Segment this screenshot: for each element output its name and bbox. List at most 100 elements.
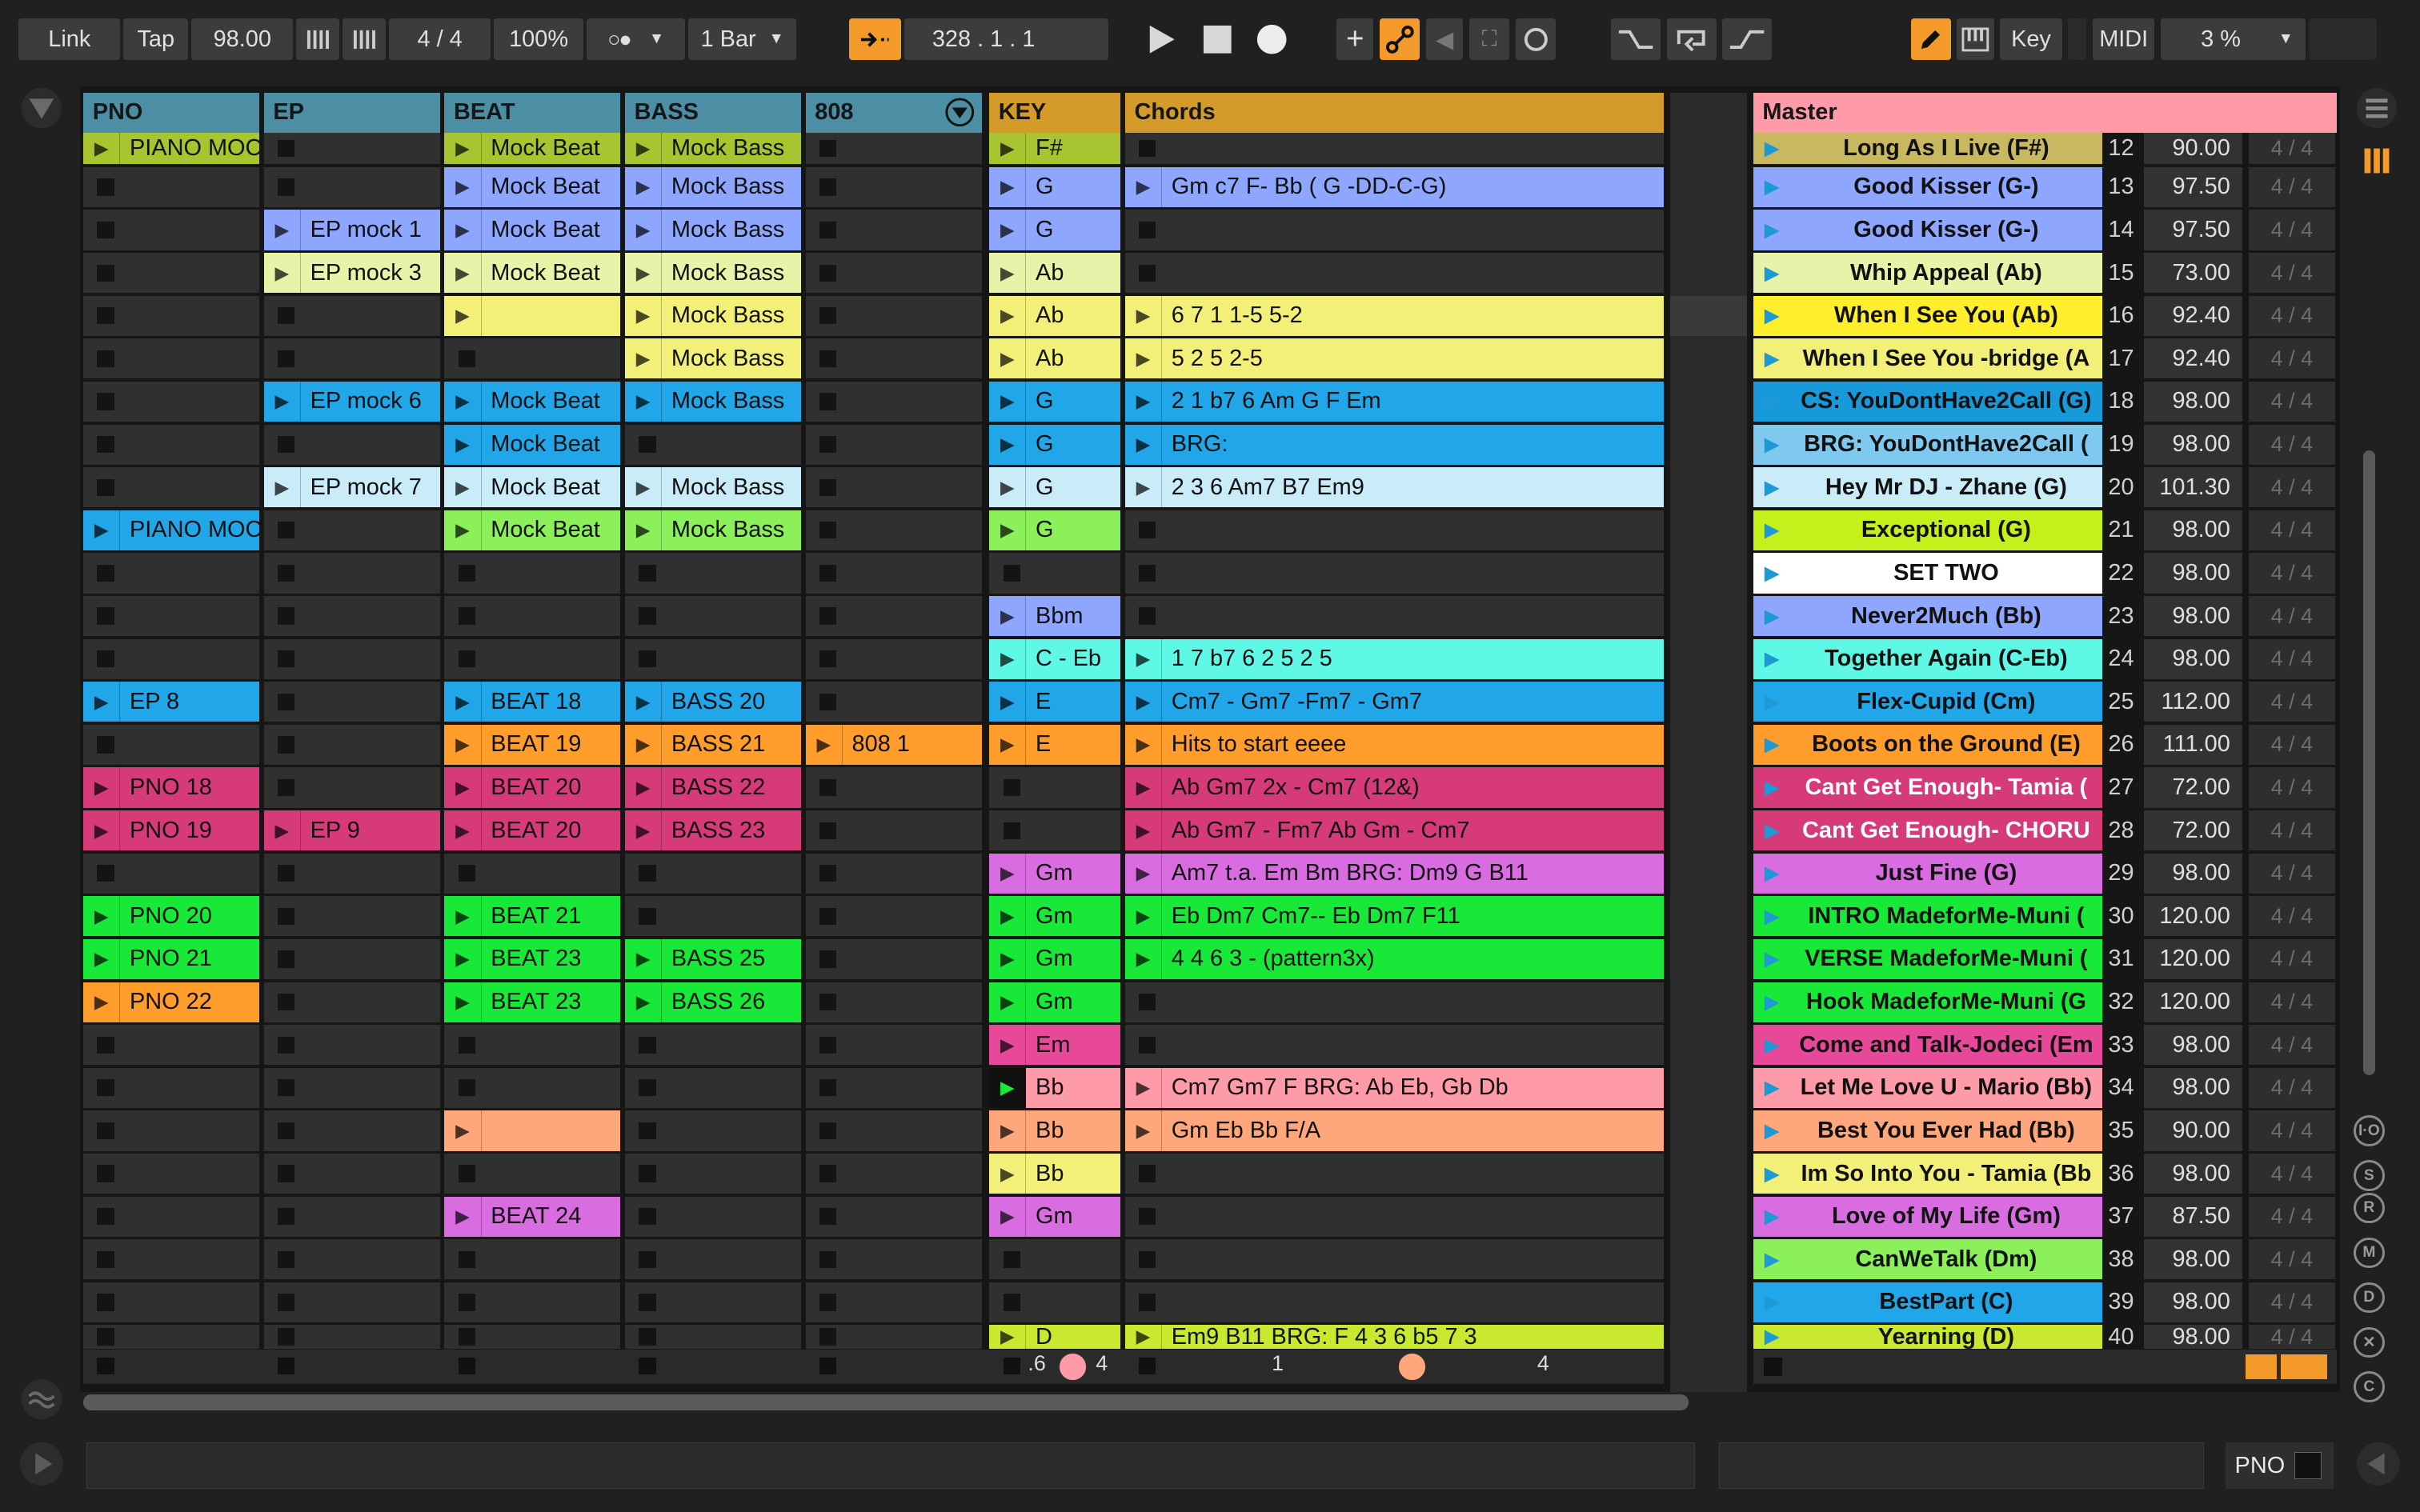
clip-slot[interactable]: ▶ Eb Dm7 Cm7-- Eb Dm7 F11 — [1124, 896, 1664, 937]
clip-stop-icon[interactable] — [819, 1208, 837, 1226]
empty-clip-slot[interactable] — [263, 1110, 440, 1151]
empty-clip-slot[interactable] — [805, 132, 982, 165]
empty-clip-slot[interactable] — [263, 510, 440, 550]
clip-play-icon[interactable]: ▶ — [444, 767, 482, 808]
clip-slot[interactable]: ▶ PNO 20 — [83, 896, 259, 937]
empty-clip-slot[interactable] — [805, 1282, 982, 1322]
track-header-808[interactable]: 808 — [805, 92, 982, 133]
clip-slot[interactable]: ▶ EP mock 7 — [263, 467, 440, 508]
empty-clip-slot[interactable] — [444, 638, 621, 679]
clip-stop-icon[interactable] — [278, 350, 295, 367]
clip-stop-icon[interactable] — [97, 478, 114, 496]
empty-clip-slot[interactable] — [263, 553, 440, 594]
clip-stop-icon[interactable] — [458, 865, 475, 882]
clip-slot[interactable]: ▶ Mock Beat — [444, 381, 621, 422]
clip-play-icon[interactable]: ▶ — [989, 1196, 1027, 1237]
browser-toggle-button[interactable] — [18, 86, 65, 130]
empty-clip-slot[interactable] — [444, 1153, 621, 1194]
clip-slot[interactable]: ▶ Cm7 Gm7 F BRG: Ab Eb, Gb Db — [1124, 1067, 1664, 1108]
clip-stop-icon[interactable] — [1139, 140, 1156, 158]
clip-stop-icon[interactable] — [639, 650, 656, 668]
clip-stop-icon[interactable] — [1139, 1294, 1156, 1311]
empty-clip-slot[interactable] — [263, 853, 440, 894]
clip-stop-icon[interactable] — [1139, 607, 1156, 625]
scene-launch-row[interactable]: ▶ INTRO MadeforMe-Muni ( — [1753, 896, 2102, 937]
scene-launch-row[interactable]: ▶ VERSE MadeforMe-Muni ( — [1753, 938, 2102, 980]
clip-stop-icon[interactable] — [278, 736, 295, 754]
clip-play-icon[interactable]: ▶ — [1125, 1067, 1163, 1108]
empty-clip-slot[interactable] — [989, 553, 1121, 594]
clip-play-icon[interactable]: ▶ — [989, 638, 1027, 679]
clip-slot[interactable]: ▶ G — [989, 210, 1121, 250]
scene-play-icon[interactable]: ▶ — [1753, 519, 1790, 541]
clip-stop-icon[interactable] — [97, 736, 114, 754]
clip-stop-icon[interactable] — [819, 178, 837, 196]
empty-clip-slot[interactable] — [83, 1153, 259, 1194]
clip-play-icon[interactable]: ▶ — [625, 982, 663, 1022]
empty-clip-slot[interactable] — [263, 767, 440, 808]
tap-tempo-button[interactable]: Tap — [123, 18, 189, 61]
clip-play-icon[interactable]: ▶ — [83, 938, 121, 980]
clip-stop-icon[interactable] — [278, 307, 295, 325]
scene-play-icon[interactable]: ▶ — [1753, 1120, 1790, 1142]
clip-stop-icon[interactable] — [1003, 822, 1020, 839]
clip-stop-icon[interactable] — [639, 1208, 656, 1226]
clip-stop-icon[interactable] — [819, 778, 837, 797]
empty-clip-slot[interactable] — [263, 1196, 440, 1237]
scene-launch-row[interactable]: ▶ Cant Get Enough- Tamia ( — [1753, 767, 2102, 808]
scene-launch-row[interactable]: ▶ SET TWO — [1753, 553, 2102, 594]
scene-time-signature[interactable]: 4 / 4 — [2248, 132, 2335, 165]
clip-slot[interactable]: ▶ F# — [989, 132, 1121, 165]
horizontal-scrollbar[interactable] — [83, 1394, 1689, 1410]
empty-clip-slot[interactable] — [805, 1067, 982, 1108]
empty-clip-slot[interactable] — [1124, 982, 1664, 1022]
punch-out-button[interactable] — [1722, 18, 1772, 61]
scene-tempo[interactable]: 98.00 — [2143, 1239, 2243, 1280]
clip-slot[interactable]: ▶ 4 4 6 3 - (pattern3x) — [1124, 938, 1664, 980]
zoom-field[interactable]: 100% — [494, 18, 583, 61]
empty-clip-slot[interactable] — [805, 424, 982, 465]
empty-clip-slot[interactable] — [83, 210, 259, 250]
clip-slot[interactable]: ▶ D — [989, 1325, 1121, 1349]
session-record-button[interactable] — [1515, 18, 1556, 61]
clip-play-icon[interactable]: ▶ — [625, 132, 663, 165]
clip-stop-icon[interactable] — [278, 1250, 295, 1268]
scene-time-signature[interactable]: 4 / 4 — [2248, 381, 2335, 422]
punch-in-button[interactable] — [1611, 18, 1661, 61]
follow-actions-icon[interactable] — [2246, 1354, 2277, 1380]
clip-slot[interactable]: ▶ G — [989, 381, 1121, 422]
clip-slot[interactable]: ▶ C - Eb — [989, 638, 1121, 679]
empty-clip-slot[interactable] — [805, 938, 982, 980]
clip-slot[interactable]: ▶ EP mock 1 — [263, 210, 440, 250]
clip-stop-icon[interactable] — [639, 1165, 656, 1182]
scene-tempo[interactable]: 92.40 — [2143, 338, 2243, 379]
clip-slot[interactable]: ▶ BASS 26 — [625, 982, 801, 1022]
clip-stop-icon[interactable] — [639, 1036, 656, 1054]
arrangement-position-field[interactable]: 328 . 1 . 1 — [904, 18, 1108, 61]
scene-launch-icon[interactable] — [2281, 1354, 2328, 1380]
empty-clip-slot[interactable] — [625, 1239, 801, 1280]
scene-play-icon[interactable]: ▶ — [1753, 1034, 1790, 1056]
clip-slot[interactable]: ▶ Gm — [989, 853, 1121, 894]
scene-time-signature[interactable]: 4 / 4 — [2248, 1282, 2335, 1322]
empty-clip-slot[interactable] — [989, 810, 1121, 851]
empty-clip-slot[interactable] — [625, 638, 801, 679]
empty-clip-slot[interactable] — [444, 553, 621, 594]
clip-slot[interactable]: ▶ G — [989, 424, 1121, 465]
clip-play-icon[interactable]: ▶ — [625, 682, 663, 722]
clip-stop-icon[interactable] — [819, 393, 837, 410]
scene-launch-row[interactable]: ▶ Hook MadeforMe-Muni (G — [1753, 982, 2102, 1022]
scene-time-signature[interactable]: 4 / 4 — [2248, 1025, 2335, 1066]
empty-clip-slot[interactable] — [805, 982, 982, 1022]
clip-slot[interactable]: ▶ G — [989, 166, 1121, 207]
scene-time-signature[interactable]: 4 / 4 — [2248, 810, 2335, 851]
clip-slot[interactable]: ▶ PIANO MOC — [83, 132, 259, 165]
empty-clip-slot[interactable] — [83, 1110, 259, 1151]
empty-clip-slot[interactable] — [263, 1153, 440, 1194]
clip-play-icon[interactable]: ▶ — [989, 853, 1027, 894]
scene-launch-row[interactable]: ▶ When I See You (Ab) — [1753, 295, 2102, 336]
track-stop-button[interactable] — [1003, 1358, 1020, 1375]
capture-button[interactable]: ⛶ — [1468, 18, 1510, 61]
clip-slot[interactable]: ▶ Mock Beat — [444, 467, 621, 508]
clip-stop-icon[interactable] — [458, 650, 475, 668]
